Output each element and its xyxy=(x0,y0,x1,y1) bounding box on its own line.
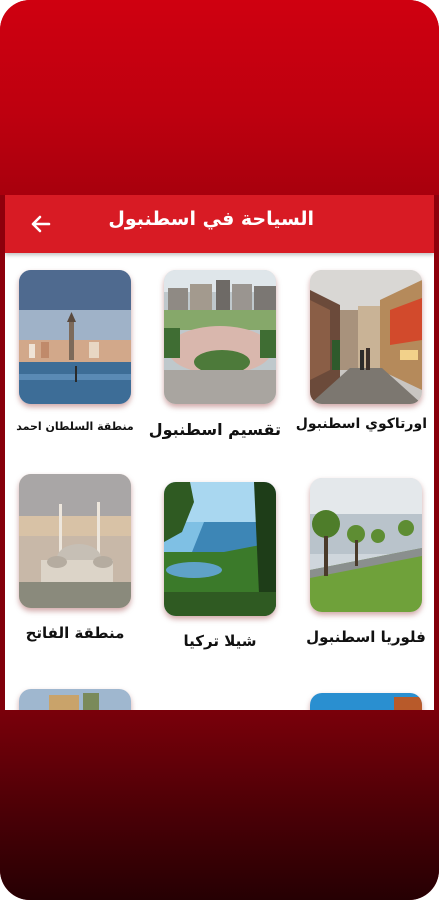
place-image xyxy=(19,474,131,608)
place-image xyxy=(164,270,276,404)
arrow-left-icon xyxy=(31,215,51,233)
place-image xyxy=(310,270,422,404)
place-name: اورتاكوي اسطنبول xyxy=(295,416,427,432)
place-image xyxy=(19,689,131,710)
place-image xyxy=(164,482,276,616)
app-bar: السياحة في اسطنبول xyxy=(5,195,434,253)
app-screen: السياحة في اسطنبول اورتاكوي اسطنبول تقسي… xyxy=(5,195,434,710)
phone-frame: السياحة في اسطنبول اورتاكوي اسطنبول تقسي… xyxy=(0,0,439,900)
place-name: فلوريا اسطنبول xyxy=(306,628,426,646)
place-image xyxy=(19,270,131,404)
place-name: منطقة الفاتح xyxy=(25,624,125,642)
page-title: السياحة في اسطنبول xyxy=(108,208,314,230)
place-image xyxy=(310,478,422,612)
place-name: منطقة السلطان احمد xyxy=(16,420,134,433)
place-name: شيلا تركيا xyxy=(183,632,257,650)
places-grid: اورتاكوي اسطنبول تقسيم اسطنبول منطقة الس… xyxy=(5,253,434,710)
place-name: تقسيم اسطنبول xyxy=(148,420,281,439)
bottom-background xyxy=(0,710,439,900)
top-background xyxy=(0,0,439,195)
place-image xyxy=(310,693,422,710)
back-button[interactable] xyxy=(25,209,55,239)
